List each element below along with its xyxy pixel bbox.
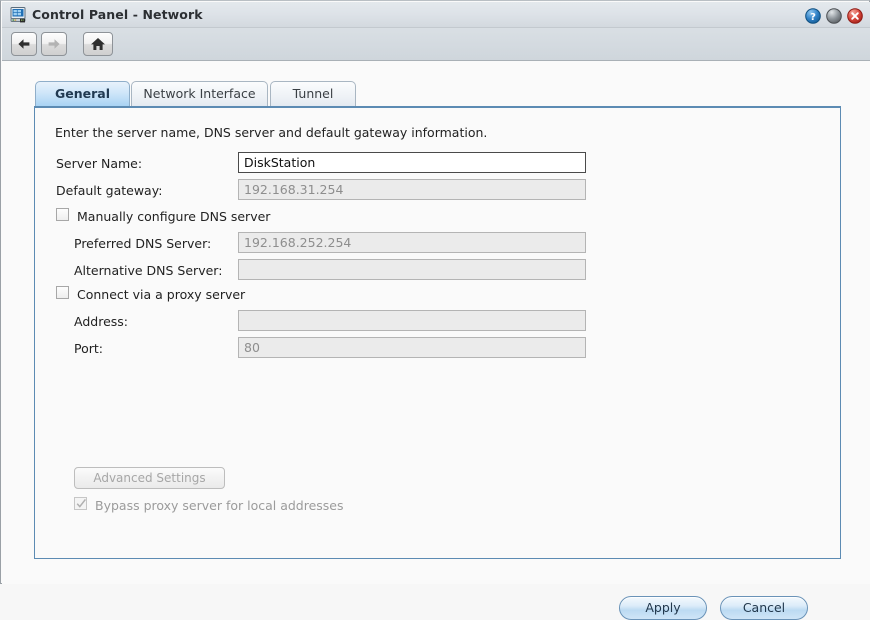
forward-arrow-icon	[48, 39, 60, 49]
proxy-address-input[interactable]	[238, 310, 586, 331]
proxy-label[interactable]: Connect via a proxy server	[77, 287, 245, 302]
preferred-dns-input[interactable]: 192.168.252.254	[238, 232, 586, 253]
bypass-proxy-checkbox	[74, 497, 87, 510]
tab-strip: General Network Interface Tunnel	[34, 81, 841, 107]
alternative-dns-input[interactable]	[238, 259, 586, 280]
window-title: Control Panel - Network	[32, 7, 203, 22]
proxy-port-label: Port:	[74, 341, 103, 356]
close-icon[interactable]	[847, 8, 863, 24]
intro-text: Enter the server name, DNS server and de…	[55, 125, 488, 140]
proxy-address-label: Address:	[74, 314, 128, 329]
help-icon[interactable]: ?	[805, 8, 821, 24]
back-button[interactable]	[11, 32, 37, 56]
cancel-button[interactable]: Cancel	[720, 596, 808, 620]
home-button[interactable]	[83, 32, 113, 56]
window-body: General Network Interface Tunnel Enter t…	[2, 61, 870, 620]
advanced-settings-button: Advanced Settings	[74, 467, 225, 489]
default-gateway-input[interactable]: 192.168.31.254	[238, 179, 586, 200]
apply-button[interactable]: Apply	[619, 596, 707, 620]
minimize-icon[interactable]	[826, 8, 842, 24]
window-titlebar: Control Panel - Network ?	[2, 2, 870, 28]
manual-dns-checkbox[interactable]	[56, 208, 69, 221]
server-name-input[interactable]: DiskStation	[238, 152, 586, 173]
default-gateway-label: Default gateway:	[56, 183, 163, 198]
tab-tunnel[interactable]: Tunnel	[270, 81, 356, 106]
checkmark-icon	[76, 498, 86, 508]
server-name-label: Server Name:	[56, 156, 143, 171]
back-arrow-icon	[18, 39, 30, 49]
preferred-dns-label: Preferred DNS Server:	[74, 236, 212, 251]
general-tab-panel: Enter the server name, DNS server and de…	[34, 106, 841, 620]
bypass-proxy-label: Bypass proxy server for local addresses	[95, 498, 344, 513]
proxy-port-input[interactable]: 80	[238, 337, 586, 358]
tab-general[interactable]: General	[35, 81, 130, 106]
svg-text:?: ?	[810, 12, 816, 23]
home-icon	[91, 38, 105, 50]
tab-network-interface[interactable]: Network Interface	[131, 81, 268, 106]
forward-button	[41, 32, 67, 56]
alternative-dns-label: Alternative DNS Server:	[74, 263, 223, 278]
navigation-toolbar	[2, 28, 870, 61]
network-monitor-icon	[10, 7, 27, 23]
proxy-checkbox[interactable]	[56, 286, 69, 299]
control-panel-window: Control Panel - Network ? General Networ…	[0, 0, 870, 620]
manual-dns-label[interactable]: Manually configure DNS server	[77, 209, 270, 224]
